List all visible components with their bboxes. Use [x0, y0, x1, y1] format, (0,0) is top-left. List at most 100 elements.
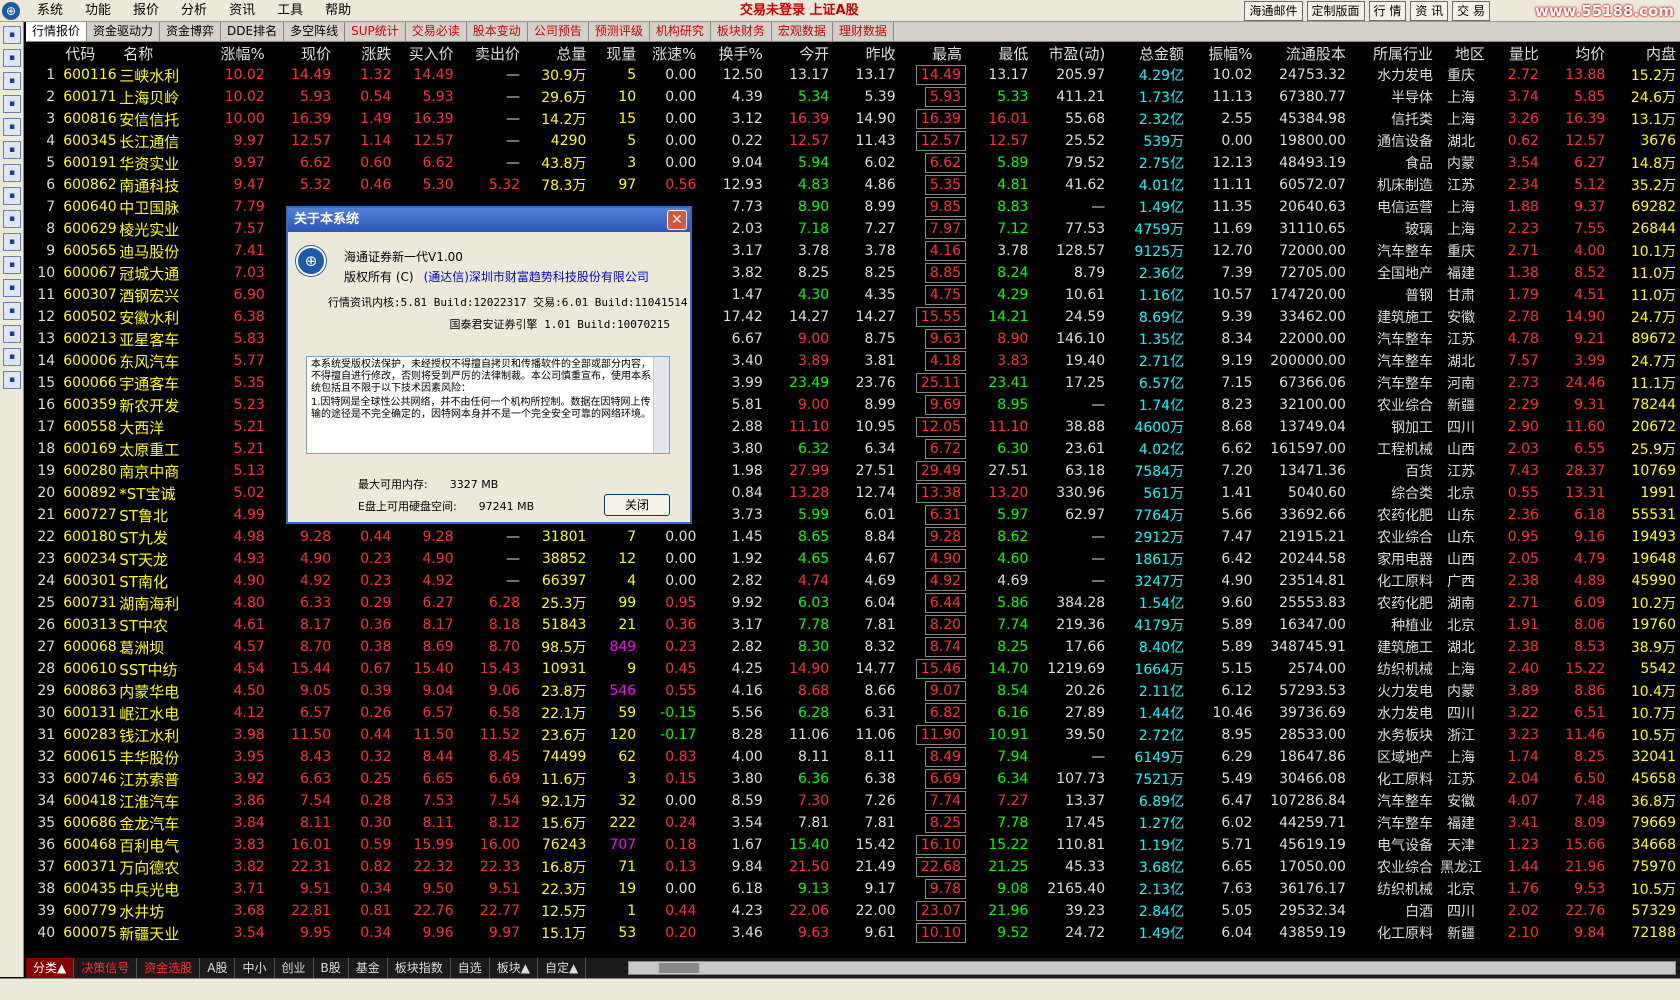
table-row[interactable]: 14 600006 东风汽车 5.77 3.40 3.89 3.81 4.18 3.83 19.4… — [26, 350, 1680, 372]
toolbar-icon-13[interactable]: ▪ — [3, 302, 21, 320]
bottom-tab-7[interactable]: 基金 — [349, 958, 388, 978]
tab-8[interactable]: 公司预告 — [528, 22, 589, 41]
toolbar-icon-7[interactable]: ▪ — [3, 164, 21, 182]
column-header-18[interactable]: 振幅% — [1188, 42, 1256, 64]
toolbar-icon-1[interactable]: ▪ — [3, 26, 21, 44]
table-row[interactable]: 37 600371 万向德农 3.82 22.31 0.82 22.32 22.33 16.8万… — [26, 856, 1680, 878]
bottom-tab-5[interactable]: 创业 — [275, 958, 314, 978]
column-header-20[interactable]: 所属行业 — [1350, 42, 1437, 64]
bottom-tab-10[interactable]: 板块▲ — [490, 958, 539, 978]
tab-5[interactable]: SUP统计 — [345, 22, 406, 41]
table-row[interactable]: 21 600727 ST鲁北 4.99 3.73 5.99 6.01 6.31 5.97 62.9… — [26, 504, 1680, 526]
bottom-tab-6[interactable]: B股 — [314, 958, 349, 978]
column-header-1[interactable]: 代码 — [59, 42, 117, 64]
table-row[interactable]: 25 600731 湖南海利 4.80 6.33 0.29 6.27 6.28 25.3万 99 0… — [26, 592, 1680, 614]
table-row[interactable]: 3 600816 安信信托 10.00 16.39 1.49 16.39 — 14.2万 15 0.… — [26, 108, 1680, 130]
column-header-6[interactable]: 买入价 — [395, 42, 457, 64]
column-header-9[interactable]: 现量 — [590, 42, 640, 64]
table-row[interactable]: 26 600313 ST中农 4.61 8.17 0.36 8.17 8.18 51843 21 0… — [26, 614, 1680, 636]
toolbar-icon-9[interactable]: ▪ — [3, 210, 21, 228]
table-row[interactable]: 18 600169 太原重工 5.21 3.80 6.32 6.34 6.72 6.30 23.6… — [26, 438, 1680, 460]
table-row[interactable]: 19 600280 南京中商 5.13 1.98 27.99 27.51 29.49 27.51… — [26, 460, 1680, 482]
tab-13[interactable]: 理财数据 — [833, 22, 894, 41]
column-header-24[interactable]: 内盘 — [1609, 42, 1680, 64]
column-header-23[interactable]: 均价 — [1543, 42, 1609, 64]
tab-7[interactable]: 股本变动 — [467, 22, 528, 41]
bottom-tab-1[interactable]: 决策信号 — [74, 958, 138, 978]
column-header-5[interactable]: 涨跌 — [335, 42, 395, 64]
column-header-3[interactable]: 涨幅% — [207, 42, 269, 64]
table-row[interactable]: 32 600615 丰华股份 3.95 8.43 0.32 8.44 8.45 74499 62 0… — [26, 746, 1680, 768]
table-row[interactable]: 23 600234 ST天龙 4.93 4.90 0.23 4.90 — 38852 12 0.00… — [26, 548, 1680, 570]
trade-button[interactable]: 交 易 — [1452, 1, 1490, 21]
column-header-17[interactable]: 总金额 — [1109, 42, 1188, 64]
toolbar-icon-6[interactable]: ▪ — [3, 141, 21, 159]
table-row[interactable]: 22 600180 ST九发 4.98 9.28 0.44 9.28 — 31801 7 0.00 1… — [26, 526, 1680, 548]
toolbar-icon-15[interactable]: ▪ — [3, 348, 21, 366]
tab-6[interactable]: 交易必读 — [406, 22, 467, 41]
table-row[interactable]: 29 600863 内蒙华电 4.50 9.05 0.39 9.04 9.06 23.8万 546… — [26, 680, 1680, 702]
table-row[interactable]: 4 600345 长江通信 9.97 12.57 1.14 12.57 — 4290 5 0.00 0… — [26, 130, 1680, 152]
toolbar-icon-4[interactable]: ▪ — [3, 95, 21, 113]
table-row[interactable]: 2 600171 上海贝岭 10.02 5.93 0.54 5.93 — 29.6万 10 0.00… — [26, 86, 1680, 108]
toolbar-icon-2[interactable]: ▪ — [3, 49, 21, 67]
close-button[interactable]: 关闭 — [604, 494, 670, 516]
column-header-2[interactable]: 名称 — [117, 42, 206, 64]
toolbar-icon-5[interactable]: ▪ — [3, 118, 21, 136]
menu-info[interactable]: 资讯 — [218, 0, 266, 22]
tab-9[interactable]: 预测评级 — [589, 22, 650, 41]
table-row[interactable]: 9 600565 迪马股份 7.41 3.17 3.78 3.78 4.16 3.78 128.5… — [26, 240, 1680, 262]
menu-analysis[interactable]: 分析 — [170, 0, 218, 22]
table-row[interactable]: 33 600746 江苏索普 3.92 6.63 0.25 6.65 6.69 11.6万 3 0.… — [26, 768, 1680, 790]
column-header-21[interactable]: 地区 — [1437, 42, 1489, 64]
table-row[interactable]: 12 600502 安徽水利 6.38 17.42 14.27 14.27 15.55 14.2… — [26, 306, 1680, 328]
table-row[interactable]: 39 600779 水井坊 3.68 22.81 0.81 22.76 22.77 12.5万 1… — [26, 900, 1680, 922]
info-button[interactable]: 资 讯 — [1410, 1, 1449, 21]
table-row[interactable]: 7 600640 中卫国脉 7.79 7.73 8.90 8.99 9.85 8.83 — 1.49… — [26, 196, 1680, 218]
column-header-10[interactable]: 涨速% — [640, 42, 700, 64]
table-row[interactable]: 27 600068 葛洲坝 4.57 8.70 0.38 8.69 8.70 98.5万 849 0… — [26, 636, 1680, 658]
bottom-tab-11[interactable]: 自定▲ — [538, 958, 587, 978]
table-row[interactable]: 35 600686 金龙汽车 3.84 8.11 0.30 8.11 8.12 15.6万 222… — [26, 812, 1680, 834]
column-header-12[interactable]: 今开 — [767, 42, 833, 64]
toolbar-icon-3[interactable]: ▪ — [3, 72, 21, 90]
table-row[interactable]: 34 600418 江淮汽车 3.86 7.54 0.28 7.53 7.54 92.1万 32 0… — [26, 790, 1680, 812]
license-notice-textbox[interactable]: 本系统受版权法保护，未经授权不得擅自拷贝和传播软件的全部或部分内容，不得擅自进行… — [306, 356, 670, 454]
tab-4[interactable]: 多空阵线 — [284, 22, 346, 41]
tab-12[interactable]: 宏观数据 — [772, 22, 833, 41]
tab-10[interactable]: 机构研究 — [650, 22, 711, 41]
table-row[interactable]: 15 600066 宇通客车 5.35 3.99 23.49 23.76 25.11 23.41… — [26, 372, 1680, 394]
table-row[interactable]: 11 600307 酒钢宏兴 6.90 1.47 4.30 4.35 4.75 4.29 10.6… — [26, 284, 1680, 306]
custom-layout-button[interactable]: 定制版面 — [1306, 1, 1365, 21]
toolbar-icon-16[interactable]: ▪ — [3, 371, 21, 389]
column-header-16[interactable]: 市盈(动) — [1032, 42, 1109, 64]
column-header-22[interactable]: 量比 — [1489, 42, 1543, 64]
tab-2[interactable]: 资金博弈 — [160, 22, 222, 41]
tab-11[interactable]: 板块财务 — [711, 22, 772, 41]
table-row[interactable]: 10 600067 冠城大通 7.03 3.82 8.25 8.25 8.85 8.24 8.79… — [26, 262, 1680, 284]
tab-3[interactable]: DDE排名 — [221, 22, 285, 41]
bottom-tab-4[interactable]: 中小 — [235, 958, 275, 978]
column-header-7[interactable]: 卖出价 — [458, 42, 524, 64]
column-header-11[interactable]: 换手% — [700, 42, 766, 64]
toolbar-icon-8[interactable]: ▪ — [3, 187, 21, 205]
table-row[interactable]: 5 600191 华资实业 9.97 6.62 0.60 6.62 — 43.8万 3 0.00 9.… — [26, 152, 1680, 174]
table-row[interactable]: 8 600629 棱光实业 7.57 2.03 7.18 7.27 7.97 7.12 77.53… — [26, 218, 1680, 240]
tab-0[interactable]: 行情报价 — [26, 22, 88, 41]
column-header-14[interactable]: 最高 — [900, 42, 966, 64]
bottom-tab-2[interactable]: 资金选股 — [137, 958, 201, 978]
bottom-tab-8[interactable]: 板块指数 — [388, 958, 451, 978]
column-header-13[interactable]: 昨收 — [833, 42, 899, 64]
bottom-tab-3[interactable]: A股 — [200, 958, 236, 978]
column-header-8[interactable]: 总量 — [524, 42, 590, 64]
notice-scrollbar[interactable] — [653, 357, 669, 453]
bottom-tab-9[interactable]: 自选 — [451, 958, 490, 978]
bottom-tab-0[interactable]: 分类▲ — [26, 958, 75, 978]
table-row[interactable]: 38 600435 中兵光电 3.71 9.51 0.34 9.50 9.51 22.3万 19 0… — [26, 878, 1680, 900]
close-icon[interactable]: ✕ — [667, 210, 687, 230]
column-header-15[interactable]: 最低 — [966, 42, 1032, 64]
menu-function[interactable]: 功能 — [74, 0, 122, 22]
menu-system[interactable]: 系统 — [26, 0, 74, 22]
menu-help[interactable]: 帮助 — [314, 0, 362, 22]
toolbar-icon-10[interactable]: ▪ — [3, 233, 21, 251]
